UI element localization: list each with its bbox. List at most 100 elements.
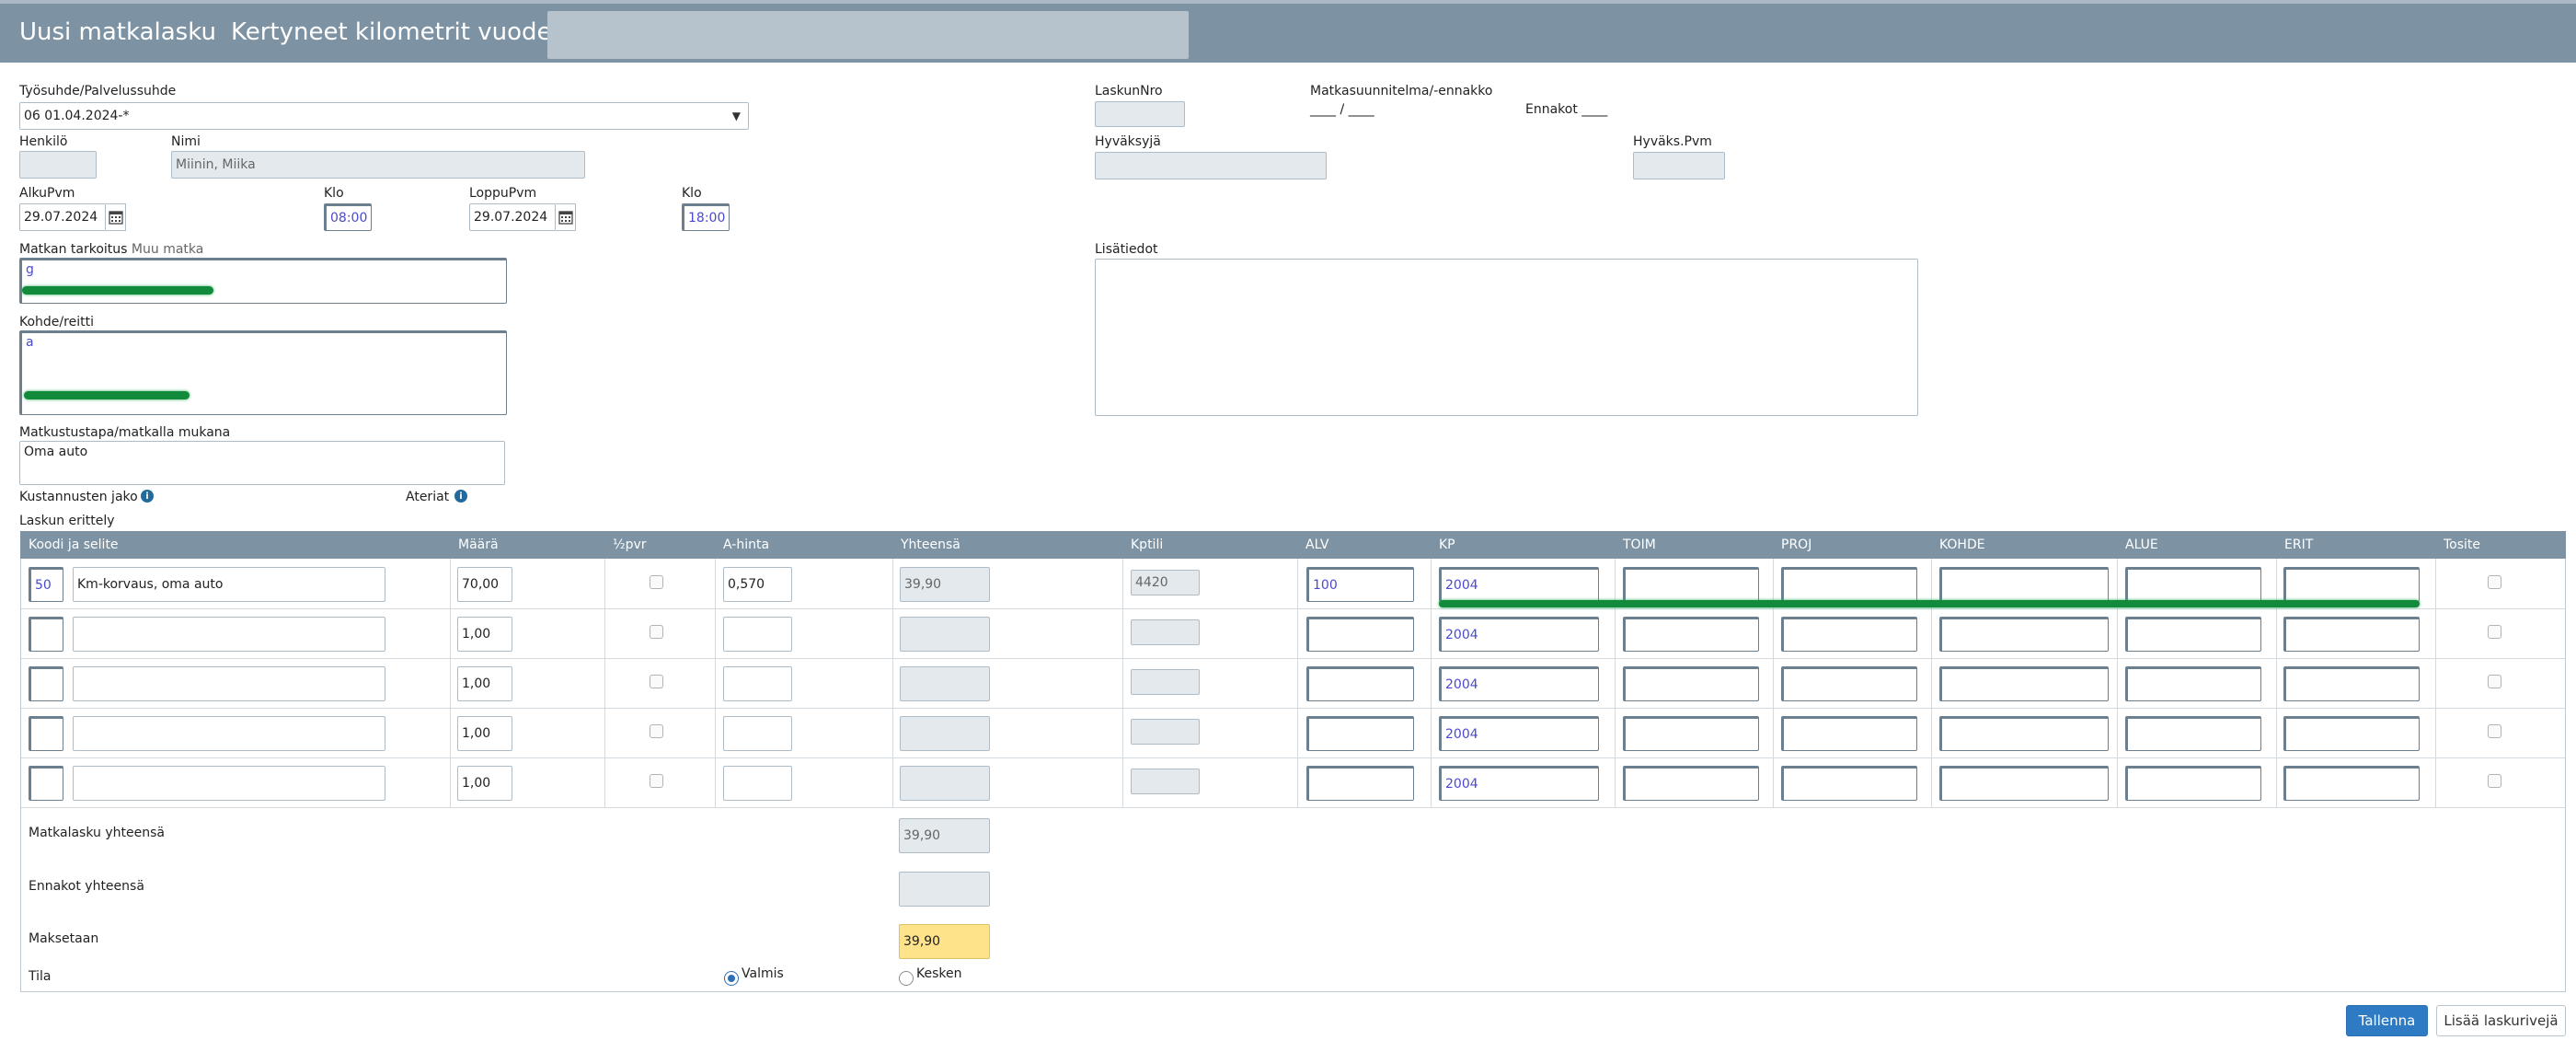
tarkoitus-textarea[interactable]: g <box>19 258 507 304</box>
alv-input[interactable] <box>1306 716 1414 751</box>
yhteensa-field: 39,90 <box>900 567 990 602</box>
nimi-label: Nimi <box>171 134 201 149</box>
alv-input[interactable] <box>1306 766 1414 801</box>
kohde-input[interactable] <box>1939 567 2109 602</box>
selite-input[interactable]: Km-korvaus, oma auto <box>73 567 385 602</box>
alue-input[interactable] <box>2125 617 2261 652</box>
maara-input[interactable]: 1,00 <box>457 617 512 652</box>
ahinta-input[interactable] <box>723 666 792 701</box>
toim-input[interactable] <box>1623 567 1759 602</box>
selite-input[interactable] <box>73 716 385 751</box>
kohde-input[interactable] <box>1939 766 2109 801</box>
erit-input[interactable] <box>2283 617 2420 652</box>
maara-input[interactable]: 1,00 <box>457 766 512 801</box>
koodi-input[interactable] <box>29 716 63 751</box>
puolipvr-checkbox[interactable] <box>650 724 663 738</box>
alv-input[interactable] <box>1306 617 1414 652</box>
tyosuhde-select[interactable]: 06 01.04.2024-* ▼ <box>19 102 749 130</box>
ahinta-input[interactable] <box>723 617 792 652</box>
erit-input[interactable] <box>2283 567 2420 602</box>
laskunro-field <box>1095 101 1185 127</box>
koodi-input[interactable] <box>29 666 63 701</box>
proj-input[interactable] <box>1781 617 1917 652</box>
maara-input[interactable]: 70,00 <box>457 567 512 602</box>
loppupvm-input[interactable]: 29.07.2024 <box>469 203 556 231</box>
laskun-erittely-label: Laskun erittely <box>19 514 115 528</box>
proj-input[interactable] <box>1781 766 1917 801</box>
ahinta-input[interactable]: 0,570 <box>723 567 792 602</box>
alue-input[interactable] <box>2125 716 2261 751</box>
maara-input[interactable]: 1,00 <box>457 716 512 751</box>
puolipvr-checkbox[interactable] <box>650 625 663 639</box>
tosite-checkbox[interactable] <box>2488 774 2501 788</box>
toim-input[interactable] <box>1623 716 1759 751</box>
alkupvm-input[interactable]: 29.07.2024 <box>19 203 106 231</box>
erit-input[interactable] <box>2283 716 2420 751</box>
alv-input[interactable] <box>1306 666 1414 701</box>
kohde-input[interactable] <box>1939 617 2109 652</box>
klo2-input[interactable]: 18:00 <box>682 203 730 231</box>
marker-stroke <box>22 286 213 295</box>
column-divider <box>2117 559 2118 808</box>
selite-input[interactable] <box>73 766 385 801</box>
calendar-icon[interactable] <box>556 203 576 231</box>
kptili-field <box>1131 669 1200 695</box>
column-divider <box>450 559 451 808</box>
koodi-input[interactable]: 50 <box>29 567 63 602</box>
info-icon[interactable]: i <box>454 490 467 503</box>
alue-input[interactable] <box>2125 766 2261 801</box>
proj-input[interactable] <box>1781 567 1917 602</box>
puolipvr-checkbox[interactable] <box>650 774 663 788</box>
alue-input[interactable] <box>2125 666 2261 701</box>
kohde-textarea[interactable]: a <box>19 330 507 415</box>
puolipvr-checkbox[interactable] <box>650 675 663 688</box>
kohde-input[interactable] <box>1939 666 2109 701</box>
save-button[interactable]: Tallenna <box>2346 1005 2428 1036</box>
matkasuunnitelma-value[interactable]: ____ / ____ <box>1310 102 1374 117</box>
selite-input[interactable] <box>73 666 385 701</box>
kp-input[interactable]: 2004 <box>1439 666 1599 701</box>
kohde-input[interactable] <box>1939 716 2109 751</box>
toim-input[interactable] <box>1623 617 1759 652</box>
matkustustapa-textarea[interactable]: Oma auto <box>19 441 505 485</box>
calendar-icon[interactable] <box>106 203 126 231</box>
koodi-input[interactable] <box>29 766 63 801</box>
tosite-checkbox[interactable] <box>2488 724 2501 738</box>
alv-input[interactable]: 100 <box>1306 567 1414 602</box>
maara-input[interactable]: 1,00 <box>457 666 512 701</box>
header-puolipvr: ½pvr <box>613 538 647 552</box>
lisatiedot-textarea[interactable] <box>1095 259 1918 416</box>
hyvaksyja-field <box>1095 152 1327 179</box>
tosite-checkbox[interactable] <box>2488 575 2501 589</box>
tosite-checkbox[interactable] <box>2488 625 2501 639</box>
kp-input[interactable]: 2004 <box>1439 567 1599 602</box>
kp-input[interactable]: 2004 <box>1439 716 1599 751</box>
page-title-main: Uusi matkalasku <box>19 18 216 46</box>
column-divider <box>1122 559 1123 808</box>
kp-input[interactable]: 2004 <box>1439 617 1599 652</box>
alue-input[interactable] <box>2125 567 2261 602</box>
add-rows-button[interactable]: Lisää laskurivejä <box>2436 1005 2566 1036</box>
tarkoitus-label-row: Matkan tarkoitus Muu matka <box>19 242 203 257</box>
tosite-checkbox[interactable] <box>2488 675 2501 688</box>
toim-input[interactable] <box>1623 666 1759 701</box>
erit-input[interactable] <box>2283 766 2420 801</box>
column-divider <box>604 559 605 808</box>
loppupvm-value: 29.07.2024 <box>474 210 548 225</box>
proj-input[interactable] <box>1781 716 1917 751</box>
klo1-input[interactable]: 08:00 <box>324 203 372 231</box>
loppupvm-label: LoppuPvm <box>469 186 537 201</box>
ahinta-input[interactable] <box>723 766 792 801</box>
erit-input[interactable] <box>2283 666 2420 701</box>
toim-input[interactable] <box>1623 766 1759 801</box>
koodi-input[interactable] <box>29 617 63 652</box>
puolipvr-checkbox[interactable] <box>650 575 663 589</box>
proj-input[interactable] <box>1781 666 1917 701</box>
ahinta-input[interactable] <box>723 716 792 751</box>
selite-input[interactable] <box>73 617 385 652</box>
row-divider <box>21 807 2565 808</box>
tila-radio-valmis[interactable] <box>724 971 739 986</box>
kp-input[interactable]: 2004 <box>1439 766 1599 801</box>
tila-radio-kesken[interactable] <box>899 971 914 986</box>
info-icon[interactable]: i <box>141 490 154 503</box>
